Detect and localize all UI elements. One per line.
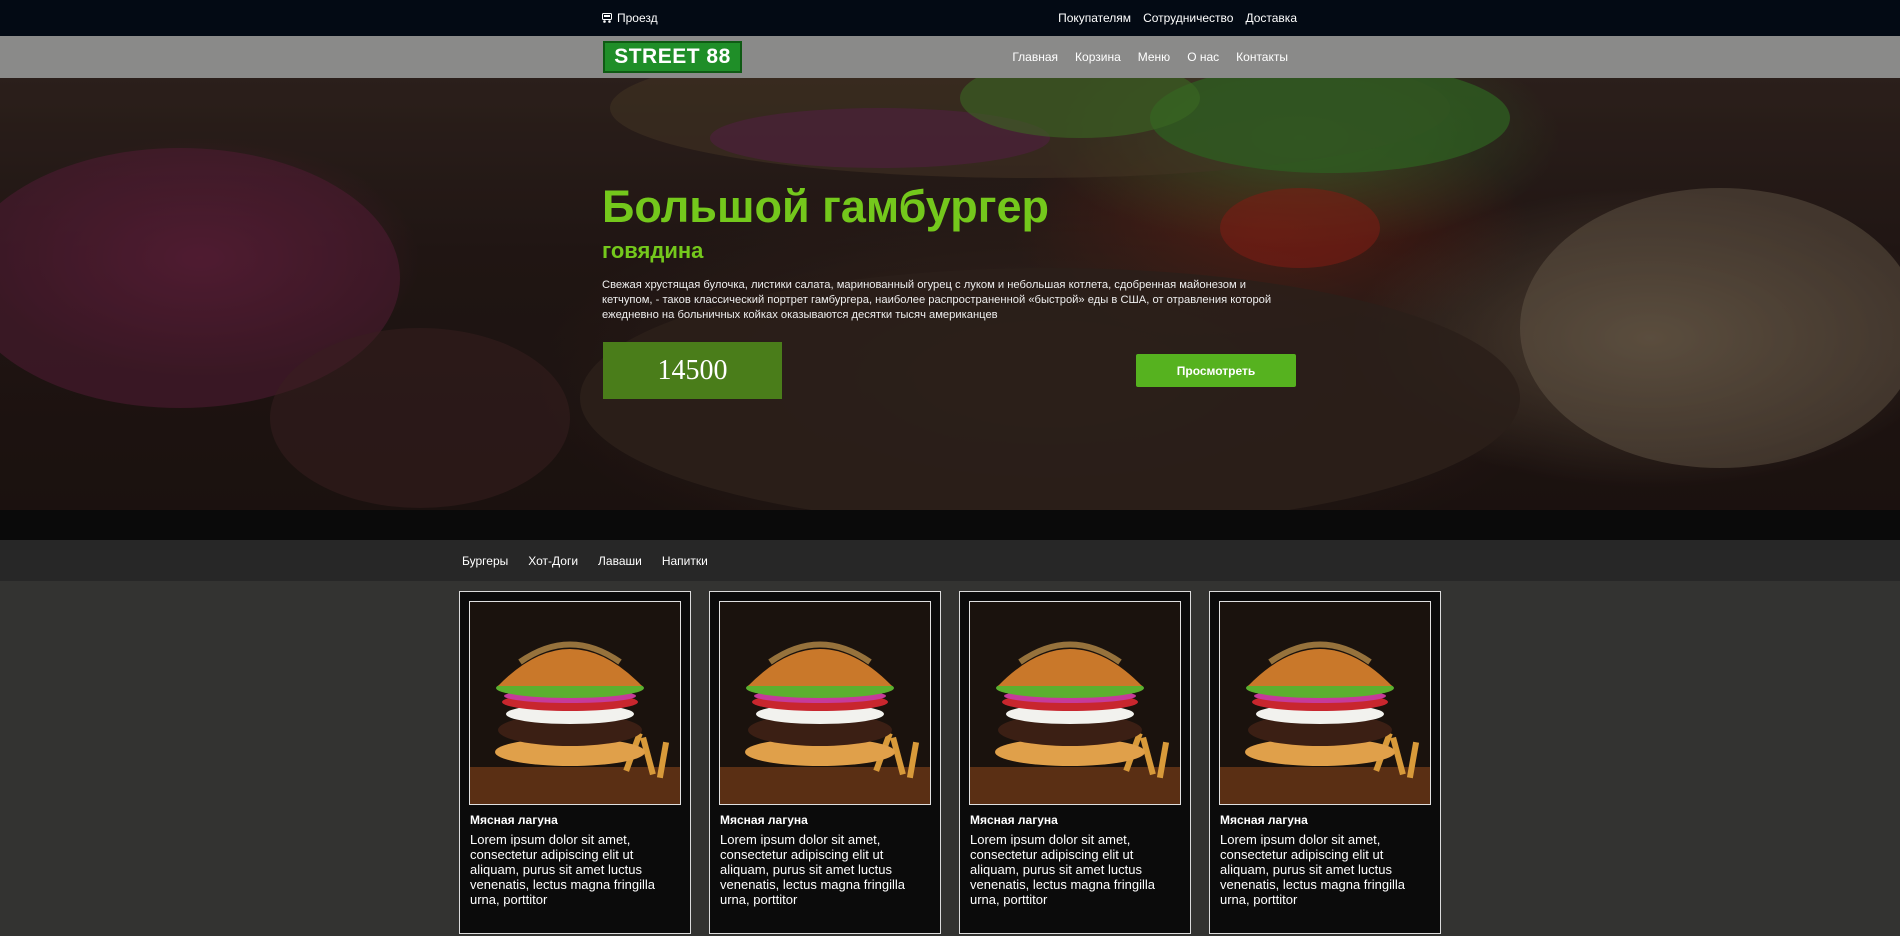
main-nav: Главная Корзина Меню О нас Контакты [1012, 50, 1288, 64]
card-description: Lorem ipsum dolor sit amet, consectetur … [970, 832, 1155, 907]
hero-subtitle: говядина [602, 238, 704, 263]
category-tabs: Бургеры Хот-Доги Лаваши Напитки [462, 554, 708, 568]
top-link-delivery[interactable]: Доставка [1245, 11, 1297, 25]
product-grid: Мясная лагуна Lorem ipsum dolor sit amet… [459, 591, 1441, 934]
card-description: Lorem ipsum dolor sit amet, consectetur … [470, 832, 655, 907]
site-logo[interactable]: STREET 88 [603, 41, 742, 73]
tab-drinks[interactable]: Напитки [662, 554, 708, 568]
card-title: Мясная лагуна [970, 813, 1058, 827]
card-title: Мясная лагуна [1220, 813, 1308, 827]
price-display: 14500 [603, 342, 782, 399]
burger-icon [470, 602, 680, 804]
card-description: Lorem ipsum dolor sit amet, consectetur … [1220, 832, 1405, 907]
nav-cart[interactable]: Корзина [1075, 50, 1121, 64]
burger-icon [1220, 602, 1430, 804]
main-navbar: STREET 88 Главная Корзина Меню О нас Кон… [0, 36, 1900, 78]
tab-hotdogs[interactable]: Хот-Доги [528, 554, 578, 568]
burger-image [1219, 601, 1431, 805]
product-card[interactable]: Мясная лагуна Lorem ipsum dolor sit amet… [459, 591, 691, 934]
top-link-partnership[interactable]: Сотрудничество [1143, 11, 1233, 25]
category-bar: Бургеры Хот-Доги Лаваши Напитки [0, 540, 1900, 581]
route-icon [602, 12, 612, 23]
burger-image [969, 601, 1181, 805]
nav-about[interactable]: О нас [1187, 50, 1219, 64]
card-title: Мясная лагуна [720, 813, 808, 827]
product-card[interactable]: Мясная лагуна Lorem ipsum dolor sit amet… [959, 591, 1191, 934]
card-title: Мясная лагуна [470, 813, 558, 827]
top-bar: Проезд Покупателям Сотрудничество Достав… [0, 0, 1900, 36]
divider-strip [0, 510, 1900, 540]
route-label: Проезд [617, 11, 658, 25]
burger-image [469, 601, 681, 805]
hero-banner: Большой гамбургер говядина Свежая хрустя… [0, 78, 1900, 510]
burger-icon [720, 602, 930, 804]
hero-title: Большой гамбургер [602, 181, 1049, 232]
tab-burgers[interactable]: Бургеры [462, 554, 508, 568]
product-card[interactable]: Мясная лагуна Lorem ipsum dolor sit amet… [1209, 591, 1441, 934]
top-links: Покупателям Сотрудничество Доставка [1058, 11, 1297, 25]
burger-image [719, 601, 931, 805]
product-card[interactable]: Мясная лагуна Lorem ipsum dolor sit amet… [709, 591, 941, 934]
nav-home[interactable]: Главная [1012, 50, 1058, 64]
nav-contacts[interactable]: Контакты [1236, 50, 1288, 64]
view-button[interactable]: Просмотреть [1136, 354, 1296, 387]
route-link[interactable]: Проезд [602, 11, 658, 25]
tab-lavash[interactable]: Лаваши [598, 554, 642, 568]
hero-description: Свежая хрустящая булочка, листики салата… [602, 279, 1272, 321]
nav-menu[interactable]: Меню [1138, 50, 1170, 64]
card-description: Lorem ipsum dolor sit amet, consectetur … [720, 832, 905, 907]
burger-icon [970, 602, 1180, 804]
top-link-buyers[interactable]: Покупателям [1058, 11, 1131, 25]
